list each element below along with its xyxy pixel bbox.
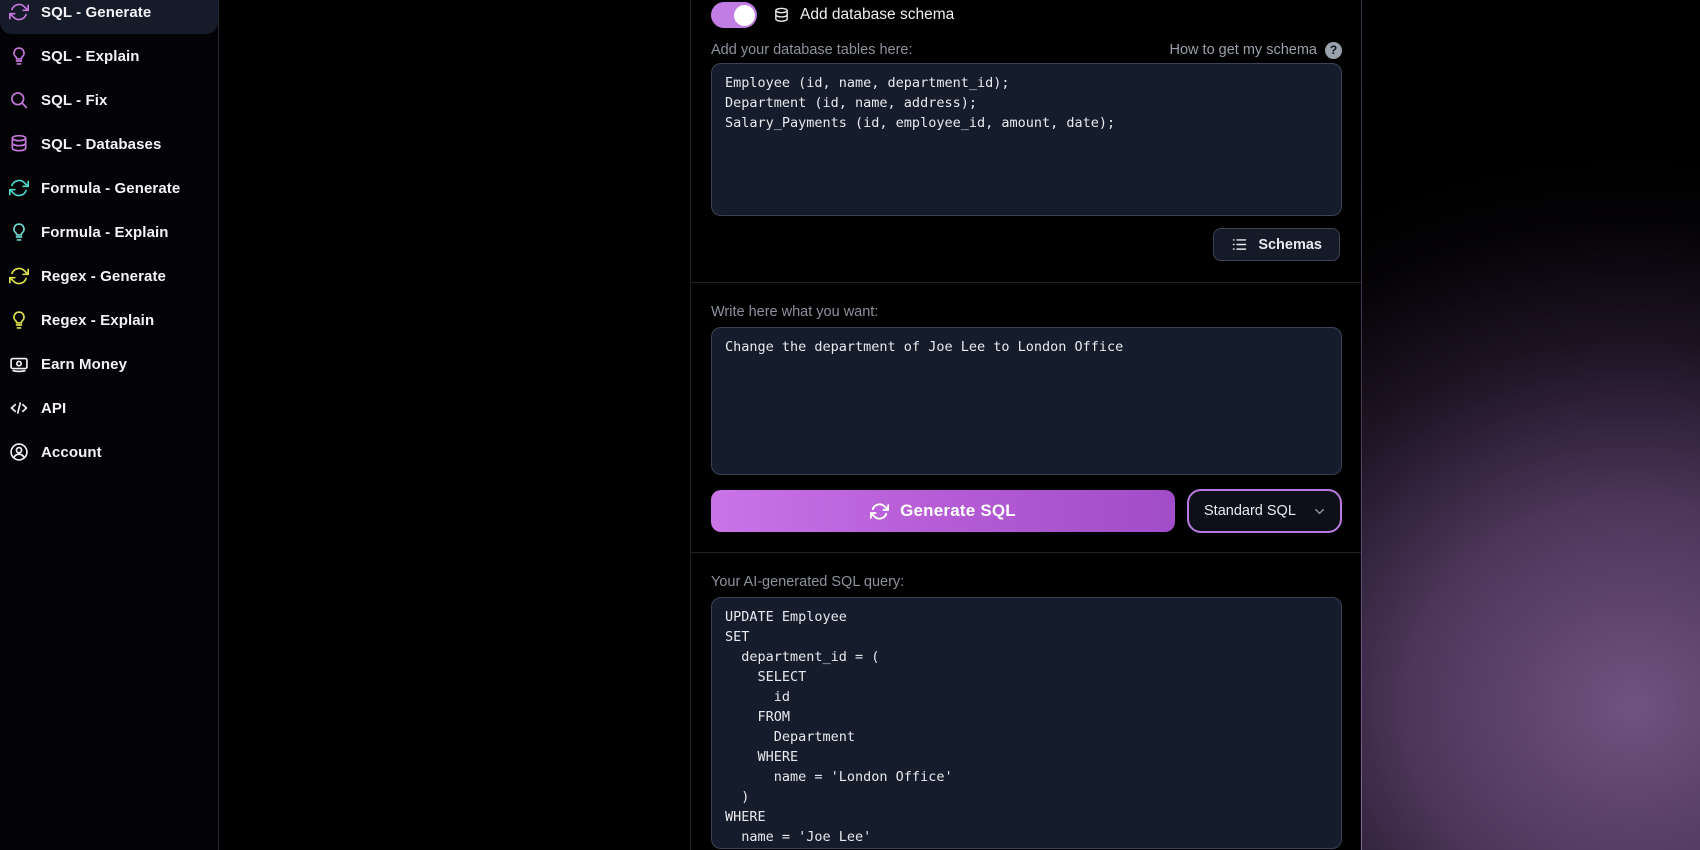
generate-sql-button[interactable]: Generate SQL bbox=[711, 490, 1175, 532]
section-divider bbox=[691, 282, 1362, 283]
sidebar-item-regex-explain[interactable]: Regex - Explain bbox=[0, 298, 218, 342]
section-divider bbox=[691, 552, 1362, 553]
schemas-button-label: Schemas bbox=[1258, 236, 1322, 253]
sidebar-item-api[interactable]: API bbox=[0, 386, 218, 430]
refresh-icon bbox=[9, 2, 29, 22]
sidebar-item-formula-generate[interactable]: Formula - Generate bbox=[0, 166, 218, 210]
output-label: Your AI-generated SQL query: bbox=[711, 574, 905, 590]
sidebar-item-sql-generate[interactable]: SQL - Generate bbox=[0, 0, 218, 34]
sidebar-item-label: Account bbox=[41, 443, 102, 461]
sidebar-item-label: Regex - Explain bbox=[41, 311, 155, 329]
database-icon bbox=[9, 134, 29, 154]
refresh-icon bbox=[9, 266, 29, 286]
schema-label-row: Add your database tables here: How to ge… bbox=[711, 41, 1342, 59]
sql-output[interactable]: UPDATE Employee SET department_id = ( SE… bbox=[711, 597, 1342, 849]
main-panel: Add database schema Add your database ta… bbox=[690, 0, 1362, 850]
background-glow bbox=[1362, 0, 1700, 850]
schema-help-link[interactable]: How to get my schema ? bbox=[1169, 41, 1342, 59]
sidebar-nav: SQL - Generate SQL - Explain SQL - Fix S… bbox=[0, 0, 218, 474]
sidebar-item-regex-generate[interactable]: Regex - Generate bbox=[0, 254, 218, 298]
banknote-icon bbox=[9, 354, 29, 374]
generate-sql-label: Generate SQL bbox=[900, 501, 1016, 520]
add-schema-label: Add database schema bbox=[800, 6, 955, 23]
sidebar-item-label: Earn Money bbox=[41, 355, 128, 373]
sidebar-item-account[interactable]: Account bbox=[0, 430, 218, 474]
sidebar-item-formula-explain[interactable]: Formula - Explain bbox=[0, 210, 218, 254]
prompt-input[interactable]: Change the department of Joe Lee to Lond… bbox=[711, 327, 1342, 475]
sidebar: SQL - Generate SQL - Explain SQL - Fix S… bbox=[0, 0, 219, 850]
schema-help-text: How to get my schema bbox=[1169, 42, 1317, 58]
schema-toggle-row: Add database schema bbox=[711, 1, 954, 29]
add-schema-toggle[interactable] bbox=[711, 2, 757, 28]
schema-input[interactable]: Employee (id, name, department_id); Depa… bbox=[711, 63, 1342, 216]
sidebar-item-sql-explain[interactable]: SQL - Explain bbox=[0, 34, 218, 78]
list-icon bbox=[1231, 236, 1248, 253]
refresh-icon bbox=[9, 178, 29, 198]
sql-dialect-select[interactable]: Standard SQL bbox=[1187, 489, 1342, 533]
user-icon bbox=[9, 442, 29, 462]
schemas-button[interactable]: Schemas bbox=[1213, 228, 1340, 261]
sidebar-item-label: SQL - Explain bbox=[41, 47, 140, 65]
code-icon bbox=[9, 398, 29, 418]
database-icon bbox=[773, 7, 790, 24]
sidebar-item-sql-databases[interactable]: SQL - Databases bbox=[0, 122, 218, 166]
content-right-border bbox=[1361, 0, 1362, 850]
search-icon bbox=[9, 90, 29, 110]
refresh-icon bbox=[870, 502, 890, 521]
prompt-label: Write here what you want: bbox=[711, 304, 879, 320]
dialect-selected-value: Standard SQL bbox=[1204, 503, 1296, 519]
sidebar-item-sql-fix[interactable]: SQL - Fix bbox=[0, 78, 218, 122]
help-icon[interactable]: ? bbox=[1325, 41, 1342, 59]
lightbulb-icon bbox=[9, 310, 29, 330]
sidebar-item-label: Regex - Generate bbox=[41, 267, 166, 285]
action-row: Generate SQL Standard SQL bbox=[711, 488, 1342, 534]
sidebar-item-label: Formula - Generate bbox=[41, 179, 181, 197]
sidebar-item-label: API bbox=[41, 399, 67, 417]
lightbulb-icon bbox=[9, 222, 29, 242]
sidebar-item-label: SQL - Databases bbox=[41, 135, 162, 153]
sidebar-item-label: SQL - Fix bbox=[41, 91, 108, 109]
chevron-down-icon bbox=[1312, 504, 1327, 519]
schema-field-label: Add your database tables here: bbox=[711, 42, 913, 58]
sidebar-item-label: Formula - Explain bbox=[41, 223, 169, 241]
toggle-knob bbox=[733, 4, 755, 26]
lightbulb-icon bbox=[9, 46, 29, 66]
sidebar-item-label: SQL - Generate bbox=[41, 3, 152, 21]
sidebar-item-earn-money[interactable]: Earn Money bbox=[0, 342, 218, 386]
